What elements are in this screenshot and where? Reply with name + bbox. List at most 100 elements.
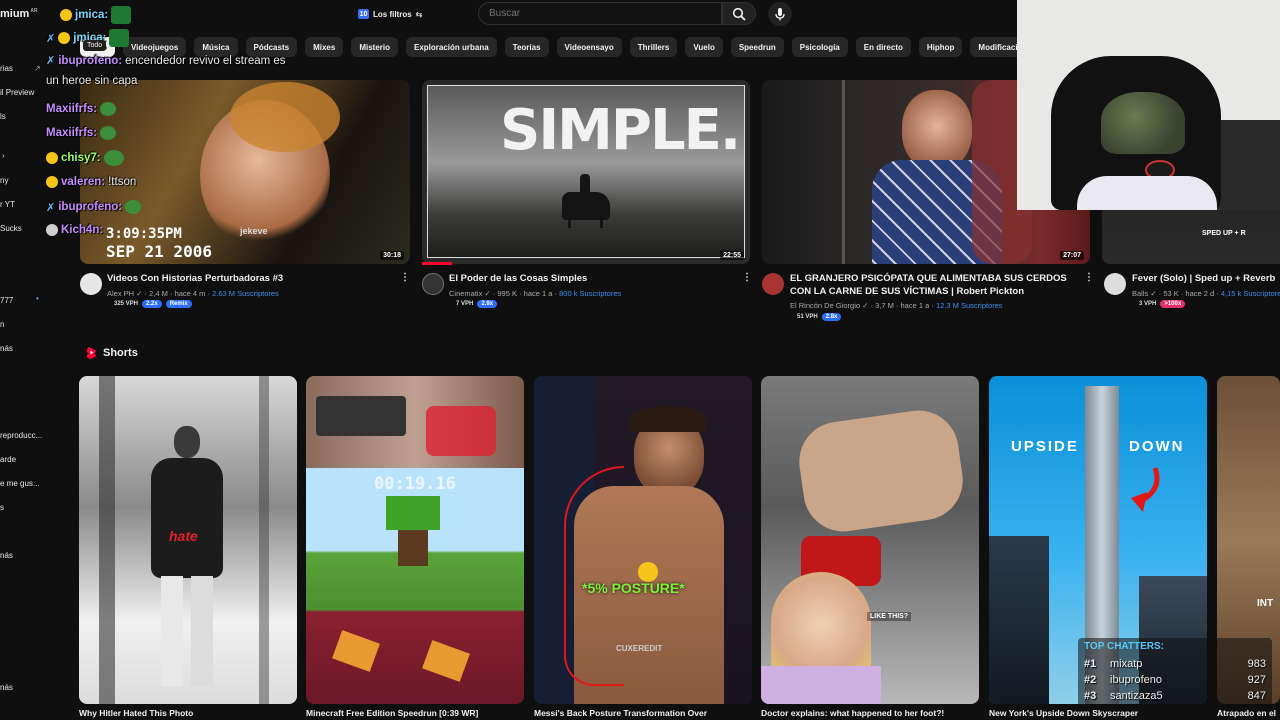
- multiplier-tag: 2.2x: [142, 300, 162, 308]
- short-thumbnail[interactable]: LIKE THIS?: [761, 376, 979, 704]
- search-icon: [732, 7, 746, 21]
- short-title[interactable]: Atrapado en el: [1217, 708, 1280, 718]
- chip[interactable]: Psicología: [791, 37, 848, 57]
- voice-search-button[interactable]: [768, 2, 792, 26]
- video-duration: 22:55: [720, 251, 744, 260]
- chat-message: ✗ ibuprofeno: encendedor revivo el strea…: [46, 54, 286, 68]
- sliders-icon: ⇆: [415, 9, 423, 19]
- channel-avatar[interactable]: [1104, 273, 1126, 295]
- channel-avatar[interactable]: [80, 273, 102, 295]
- emoji-icon: [638, 562, 658, 582]
- chat-text: encendedor revivo el stream es: [125, 54, 286, 67]
- webcam-overlay: [1017, 0, 1280, 210]
- search-button[interactable]: [722, 2, 756, 25]
- video-thumbnail[interactable]: SIMPLE. 22:55: [422, 80, 750, 264]
- chat-username: ibuprofeno:: [58, 201, 123, 213]
- video-duration: 27:07: [1060, 251, 1084, 260]
- video-meta: Cinematix ✓ · 995 K · hace 1 a · 800 k S…: [449, 289, 622, 298]
- sidebar-item[interactable]: s: [0, 503, 4, 512]
- video-title[interactable]: El Poder de las Cosas Simples: [449, 272, 729, 285]
- badge-icon: [46, 224, 58, 236]
- curved-arrow-icon: [1131, 467, 1160, 512]
- external-link-icon: ↗: [34, 64, 41, 73]
- chat-username: ibuprofeno:: [58, 54, 123, 67]
- chip[interactable]: Hiphop: [918, 37, 963, 57]
- stream-chat-overlay: jmica: ✗ jmica: ✗ ibuprofeno: encendedor…: [46, 0, 376, 245]
- chip[interactable]: Thrillers: [629, 37, 678, 57]
- sidebar-item[interactable]: rias: [0, 64, 13, 73]
- sidebar-item[interactable]: ls: [0, 112, 6, 121]
- chat-message: jmica:: [60, 6, 132, 24]
- sidebar-item[interactable]: r YT: [0, 200, 15, 209]
- short-title[interactable]: Doctor explains: what happened to her fo…: [761, 708, 944, 718]
- chip[interactable]: En directo: [855, 37, 911, 57]
- emote-icon: [46, 176, 58, 188]
- sidebar-item[interactable]: nás: [0, 344, 13, 353]
- more-options-icon[interactable]: ⋮: [400, 272, 410, 283]
- chip[interactable]: Vuelo: [685, 37, 723, 57]
- chat-text: un heroe sin capa: [46, 75, 138, 87]
- tooltip: Todo: [83, 40, 107, 51]
- more-options-icon[interactable]: ⋮: [742, 272, 752, 283]
- app-logo[interactable]: miumAR: [0, 8, 38, 20]
- chip[interactable]: Videoensayo: [556, 37, 622, 57]
- chat-message: ✗ ibuprofeno:: [46, 200, 142, 214]
- video-title[interactable]: Videos Con Historias Perturbadoras #3: [107, 272, 387, 285]
- channel-avatar[interactable]: [422, 273, 444, 295]
- chevron-right-icon[interactable]: ›: [2, 151, 5, 160]
- chat-message: chisy7:: [46, 150, 124, 166]
- chat-username: valeren:: [61, 176, 106, 188]
- short-title[interactable]: New York's Upside Down Skyscraper: [989, 708, 1207, 718]
- channel-avatar[interactable]: [762, 273, 784, 295]
- video-meta: Balls ✓ · 53 K · hace 2 d · 4,15 k Suscr…: [1132, 289, 1280, 298]
- vph-label: 51 VPH: [797, 314, 818, 320]
- microphone-icon: [775, 8, 785, 21]
- short-thumbnail[interactable]: hate: [79, 376, 297, 704]
- emote-icon: [125, 200, 142, 214]
- short-thumbnail[interactable]: 00:19.16: [306, 376, 524, 704]
- sidebar-item[interactable]: Sucks: [0, 224, 22, 233]
- filters-label: Los filtros: [373, 9, 412, 19]
- more-options-icon[interactable]: ⋮: [1084, 272, 1094, 283]
- multiplier-tag: 2.8x: [821, 313, 842, 321]
- short-thumbnail[interactable]: *5% POSTURE* CUXEREDIT: [534, 376, 752, 704]
- short-title[interactable]: Messi's Back Posture Transformation Over: [534, 708, 707, 718]
- sidebar-item[interactable]: arde: [0, 455, 16, 464]
- chip[interactable]: Teorías: [504, 37, 549, 57]
- remix-tag: Remix: [165, 300, 192, 308]
- sidebar-item[interactable]: il Preview: [0, 88, 34, 97]
- chatter-row: #2 ibuprofeno 927: [1084, 674, 1266, 686]
- chip[interactable]: Modificaciones de Minecraft: [970, 37, 1018, 57]
- emote-icon: [58, 32, 71, 44]
- chip[interactable]: Speedrun: [730, 37, 784, 57]
- sidebar-item[interactable]: n: [0, 320, 4, 329]
- short-title[interactable]: Minecraft Free Edition Speedrun [0:39 WR…: [306, 708, 478, 718]
- sword-badge-icon: ✗: [46, 55, 56, 67]
- short-overlay-text: 00:19.16: [374, 474, 456, 494]
- chat-username: Kich4n:: [61, 224, 104, 236]
- video-stats: 325 VPH 2.2x Remix: [114, 300, 192, 308]
- sidebar-item[interactable]: ny: [0, 176, 8, 185]
- vph-label: 325 VPH: [114, 301, 139, 307]
- sidebar-item[interactable]: e me gus...: [0, 479, 40, 488]
- top-chatters-title: TOP CHATTERS:: [1084, 641, 1165, 652]
- emote-icon: [100, 126, 117, 140]
- emote-icon: [60, 9, 72, 21]
- sidebar-item[interactable]: 777: [0, 296, 13, 305]
- short-overlay-text: *5% POSTURE*: [582, 580, 685, 596]
- sidebar-item[interactable]: reproducc...: [0, 431, 42, 440]
- video-title[interactable]: Fever (Solo) | Sped up + Reverb: [1132, 272, 1280, 285]
- search-input[interactable]: [478, 2, 722, 25]
- chat-username: Maxiifrfs:: [46, 127, 98, 139]
- video-stats: 3 VPH >100x: [1139, 300, 1186, 308]
- sidebar-item[interactable]: nás: [0, 551, 13, 560]
- watch-progress-bar: [422, 262, 452, 265]
- video-title[interactable]: EL GRANJERO PSICÓPATA QUE ALIMENTABA SUS…: [790, 272, 1075, 298]
- sidebar-item[interactable]: nás: [0, 683, 13, 692]
- chat-username: Maxiifrfs:: [46, 103, 98, 115]
- emote-icon: [111, 6, 132, 24]
- short-title[interactable]: Why Hitler Hated This Photo: [79, 708, 193, 718]
- sword-badge-icon: ✗: [46, 32, 56, 45]
- chatter-row: #3 santizaza5 847: [1084, 690, 1266, 702]
- chip[interactable]: Exploración urbana: [405, 37, 497, 57]
